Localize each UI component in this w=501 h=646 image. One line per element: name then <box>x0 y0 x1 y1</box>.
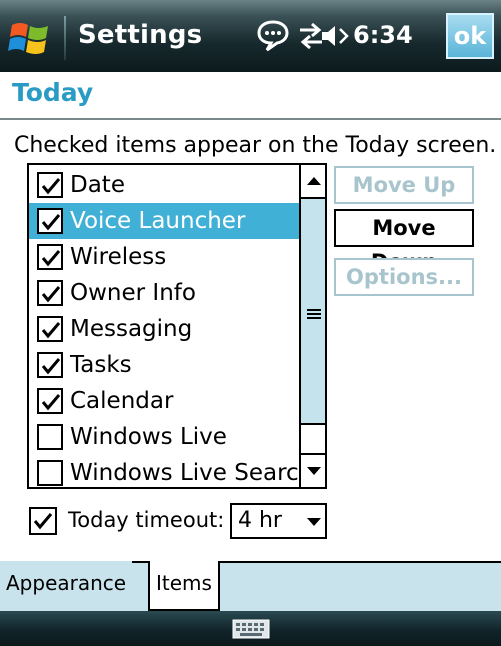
scroll-up-button[interactable] <box>301 165 325 199</box>
move-up-button[interactable]: Move Up <box>334 166 474 204</box>
checkmark-icon <box>41 250 61 267</box>
tab-strip: Appearance Items <box>0 561 501 611</box>
notification-bubble-icon[interactable] <box>255 18 291 58</box>
ok-button[interactable]: ok <box>446 13 494 59</box>
grip-icon <box>307 309 321 319</box>
list-scrollbar[interactable] <box>299 165 325 487</box>
checkmark-icon <box>41 178 61 195</box>
list-item[interactable]: Wireless <box>29 239 299 275</box>
list-item[interactable]: Tasks <box>29 347 299 383</box>
app-title: Settings <box>78 20 203 50</box>
checkmark-icon <box>33 513 53 530</box>
list-item[interactable]: Voice Launcher <box>29 203 299 239</box>
today-timeout-label: Today timeout: <box>68 508 225 532</box>
scroll-thumb[interactable] <box>301 199 325 425</box>
arrow-up-icon <box>307 177 321 185</box>
checkmark-icon <box>41 358 61 375</box>
scroll-track[interactable] <box>301 425 325 453</box>
item-checkbox[interactable] <box>37 352 63 378</box>
title-separator <box>64 16 66 60</box>
menu-bar <box>0 611 501 646</box>
clock[interactable]: 6:34 <box>353 21 413 49</box>
list-item-label: Wireless <box>70 244 167 270</box>
title-bar: Settings 6:34 ok <box>0 0 501 72</box>
item-checkbox[interactable] <box>37 460 63 486</box>
item-checkbox[interactable] <box>37 424 63 450</box>
checkmark-icon <box>41 394 61 411</box>
arrow-down-icon <box>307 467 321 475</box>
list-item-label: Calendar <box>70 388 174 414</box>
list-item[interactable]: Date <box>29 167 299 203</box>
list-item-label: Date <box>70 172 125 198</box>
keyboard-icon[interactable] <box>232 619 270 639</box>
list-item-label: Owner Info <box>70 280 196 306</box>
options-button[interactable]: Options... <box>334 258 474 296</box>
move-down-button[interactable]: Move Down <box>334 209 474 274</box>
list-item-label: Windows Live Search <box>70 460 299 486</box>
list-item-label: Tasks <box>70 352 132 378</box>
windows-start-icon[interactable] <box>8 17 52 59</box>
today-items-list[interactable]: Date Voice Launcher Wireless Owner Info Mess… <box>27 163 327 489</box>
list-item[interactable]: Messaging <box>29 311 299 347</box>
tab-appearance[interactable]: Appearance <box>0 561 133 611</box>
list-item-label: Windows Live <box>70 424 227 450</box>
volume-icon[interactable] <box>320 18 352 58</box>
tab-items[interactable]: Items <box>148 561 220 611</box>
item-checkbox[interactable] <box>37 208 63 234</box>
list-item[interactable]: Owner Info <box>29 275 299 311</box>
list-item-label: Voice Launcher <box>70 208 246 234</box>
item-checkbox[interactable] <box>37 244 63 270</box>
header-divider <box>0 118 501 120</box>
item-checkbox[interactable] <box>37 388 63 414</box>
checkmark-icon <box>41 214 61 231</box>
timeout-dropdown[interactable]: 4 hr <box>230 503 327 539</box>
item-checkbox[interactable] <box>37 280 63 306</box>
checkmark-icon <box>41 286 61 303</box>
list-item-label: Messaging <box>70 316 193 342</box>
item-checkbox[interactable] <box>37 316 63 342</box>
list-item[interactable]: Windows Live Search <box>29 455 299 487</box>
scroll-down-button[interactable] <box>301 453 325 487</box>
instruction-text: Checked items appear on the Today screen… <box>14 133 497 158</box>
chevron-down-icon <box>307 518 321 526</box>
today-timeout-checkbox[interactable] <box>29 507 57 535</box>
checkmark-icon <box>41 322 61 339</box>
timeout-value: 4 hr <box>238 508 282 533</box>
list-item[interactable]: Windows Live <box>29 419 299 455</box>
item-checkbox[interactable] <box>37 172 63 198</box>
page-title: Today <box>12 78 94 107</box>
list-item[interactable]: Calendar <box>29 383 299 419</box>
